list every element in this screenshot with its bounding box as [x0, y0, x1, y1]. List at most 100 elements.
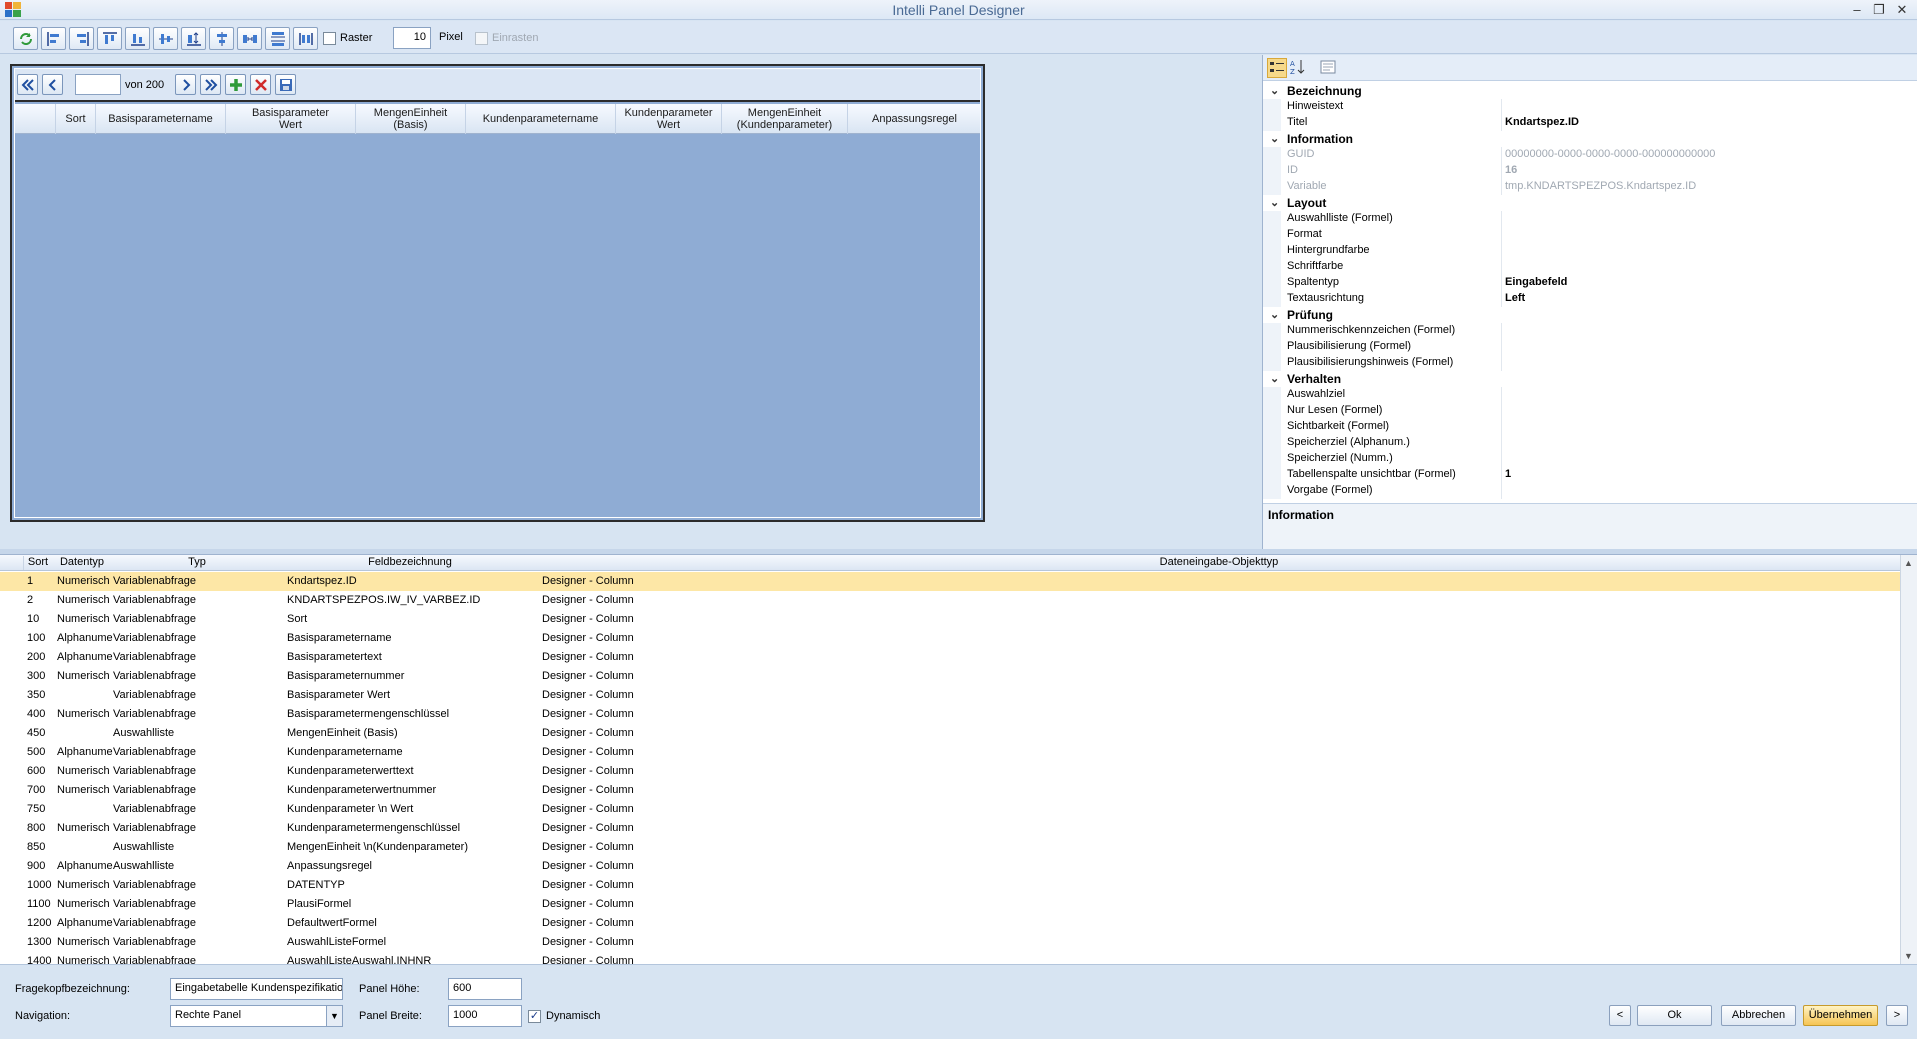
column-header[interactable]: Sort — [55, 104, 95, 134]
property-row[interactable]: Titel Kndartspez.ID — [1263, 115, 1917, 131]
column-header-type[interactable]: Typ — [112, 556, 282, 570]
add-record-icon[interactable] — [225, 74, 246, 95]
property-row[interactable]: Hintergrundfarbe — [1263, 243, 1917, 259]
collapse-chevron-icon[interactable]: ⌄ — [1270, 372, 1279, 385]
table-row[interactable]: 1 Numerisch Variablenabfrage Kndartspez.ID D… — [0, 572, 1900, 591]
raster-checkbox[interactable] — [323, 32, 336, 45]
column-header[interactable]: Basisparameter Wert — [225, 104, 355, 134]
vertical-scrollbar[interactable]: ▲ ▼ — [1900, 555, 1917, 965]
previous-button[interactable]: < — [1609, 1005, 1631, 1026]
grid-size-input[interactable]: 10 — [393, 27, 431, 49]
property-category[interactable]: ⌄ Verhalten — [1263, 371, 1917, 387]
table-row[interactable]: 350 Variablenabfrage Basisparameter Wert De… — [0, 686, 1900, 705]
property-row[interactable]: Textausrichtung Left — [1263, 291, 1917, 307]
table-row[interactable]: 800 Numerisch Variablenabfrage Kundenparame… — [0, 819, 1900, 838]
refresh-icon[interactable] — [13, 27, 38, 50]
scroll-down-icon[interactable]: ▼ — [1904, 951, 1913, 961]
collapse-chevron-icon[interactable]: ⌄ — [1270, 308, 1279, 321]
align-right-icon[interactable] — [69, 27, 94, 50]
property-row[interactable]: Auswahlliste (Formel) — [1263, 211, 1917, 227]
minimize-icon[interactable]: – — [1846, 1, 1868, 19]
last-record-icon[interactable] — [200, 74, 221, 95]
table-row[interactable]: 400 Numerisch Variablenabfrage Basisparamet… — [0, 705, 1900, 724]
save-record-icon[interactable] — [275, 74, 296, 95]
table-row[interactable]: 850 Auswahlliste MengenEinheit \n(Kundenpa… — [0, 838, 1900, 857]
table-row[interactable]: 500 Alphanume Variablenabfrage Kundenparame… — [0, 743, 1900, 762]
delete-record-icon[interactable] — [250, 74, 271, 95]
dynamic-checkbox[interactable]: ✓ — [528, 1010, 541, 1023]
property-row[interactable]: Nummerischkennzeichen (Formel) — [1263, 323, 1917, 339]
table-row[interactable]: 10 Numerisch Variablenabfrage Sort Designer … — [0, 610, 1900, 629]
panel-height-input[interactable]: 600 — [448, 978, 522, 1000]
navigation-select[interactable]: Rechte Panel ▼ — [170, 1005, 343, 1027]
collapse-chevron-icon[interactable]: ⌄ — [1270, 132, 1279, 145]
align-middle-icon[interactable] — [209, 27, 234, 50]
collapse-chevron-icon[interactable]: ⌄ — [1270, 196, 1279, 209]
table-row[interactable]: 450 Auswahlliste MengenEinheit (Basis) Desi… — [0, 724, 1900, 743]
column-header[interactable]: Basisparametername — [95, 104, 225, 134]
property-row[interactable]: Tabellenspalte unsichtbar (Formel) 1 — [1263, 467, 1917, 483]
column-header[interactable]: MengenEinheit (Basis) — [355, 104, 465, 134]
record-position-input[interactable] — [75, 74, 121, 95]
same-height-icon[interactable] — [181, 27, 206, 50]
property-row[interactable]: Speicherziel (Numm.) — [1263, 451, 1917, 467]
table-row[interactable]: 2 Numerisch Variablenabfrage KNDARTSPEZPOS.… — [0, 591, 1900, 610]
cancel-button[interactable]: Abbrechen — [1721, 1005, 1796, 1026]
property-category[interactable]: ⌄ Prüfung — [1263, 307, 1917, 323]
snap-checkbox[interactable] — [475, 32, 488, 45]
restore-icon[interactable]: ❐ — [1868, 1, 1890, 19]
property-row[interactable]: Hinweistext — [1263, 99, 1917, 115]
column-header[interactable]: Kundenparameter Wert — [615, 104, 721, 134]
property-value[interactable]: 1 — [1505, 468, 1511, 480]
table-row[interactable]: 100 Alphanume Variablenabfrage Basisparamet… — [0, 629, 1900, 648]
property-category[interactable]: ⌄ Layout — [1263, 195, 1917, 211]
column-header-sort[interactable]: Sort — [24, 556, 52, 570]
apply-button[interactable]: Übernehmen — [1803, 1005, 1878, 1026]
table-row[interactable]: 1300 Numerisch Variablenabfrage AuswahlList… — [0, 933, 1900, 952]
previous-record-icon[interactable] — [42, 74, 63, 95]
same-width-icon[interactable] — [293, 27, 318, 50]
ok-button[interactable]: Ok — [1637, 1005, 1712, 1026]
align-left-icon[interactable] — [41, 27, 66, 50]
property-row[interactable]: Plausibilisierung (Formel) — [1263, 339, 1917, 355]
table-row[interactable]: 1100 Numerisch Variablenabfrage PlausiForme… — [0, 895, 1900, 914]
categorized-view-icon[interactable] — [1267, 58, 1287, 78]
property-row[interactable]: Plausibilisierungshinweis (Formel) — [1263, 355, 1917, 371]
next-button[interactable]: > — [1886, 1005, 1908, 1026]
property-row[interactable]: Format — [1263, 227, 1917, 243]
property-row[interactable]: Sichtbarkeit (Formel) — [1263, 419, 1917, 435]
property-row[interactable]: Schriftfarbe — [1263, 259, 1917, 275]
column-header-objecttype[interactable]: Dateneingabe-Objekttyp — [538, 556, 1900, 570]
property-row[interactable]: Speicherziel (Alphanum.) — [1263, 435, 1917, 451]
table-row[interactable]: 900 Alphanume Auswahlliste Anpassungsregel D… — [0, 857, 1900, 876]
property-row[interactable]: Variable tmp.KNDARTSPEZPOS.Kndartspez.ID — [1263, 179, 1917, 195]
column-header[interactable]: MengenEinheit (Kundenparameter) — [721, 104, 847, 134]
distribute-vertical-icon[interactable] — [265, 27, 290, 50]
property-category[interactable]: ⌄ Information — [1263, 131, 1917, 147]
chevron-down-icon[interactable]: ▼ — [326, 1006, 342, 1026]
align-center-horizontal-icon[interactable] — [153, 27, 178, 50]
table-row[interactable]: 300 Numerisch Variablenabfrage Basisparamet… — [0, 667, 1900, 686]
property-pages-icon[interactable] — [1319, 58, 1339, 78]
question-input[interactable]: Eingabetabelle Kundenspezifikation — [170, 978, 343, 1000]
property-row[interactable]: ID 16 — [1263, 163, 1917, 179]
scroll-up-icon[interactable]: ▲ — [1904, 558, 1913, 568]
next-record-icon[interactable] — [175, 74, 196, 95]
property-value[interactable]: Eingabefeld — [1505, 276, 1567, 288]
table-row[interactable]: 700 Numerisch Variablenabfrage Kundenparame… — [0, 781, 1900, 800]
align-top-icon[interactable] — [97, 27, 122, 50]
align-bottom-icon[interactable] — [125, 27, 150, 50]
distribute-horizontal-icon[interactable] — [237, 27, 262, 50]
column-header-datatype[interactable]: Datentyp — [54, 556, 110, 570]
property-category[interactable]: ⌄ Bezeichnung — [1263, 83, 1917, 99]
close-icon[interactable]: ✕ — [1891, 1, 1913, 19]
property-value[interactable]: Kndartspez.ID — [1505, 116, 1579, 128]
property-row[interactable]: Vorgabe (Formel) — [1263, 483, 1917, 499]
table-row[interactable]: 200 Alphanume Variablenabfrage Basisparamet… — [0, 648, 1900, 667]
collapse-chevron-icon[interactable]: ⌄ — [1270, 84, 1279, 97]
panel-width-input[interactable]: 1000 — [448, 1005, 522, 1027]
table-row[interactable]: 750 Variablenabfrage Kundenparameter \n We… — [0, 800, 1900, 819]
table-row[interactable]: 600 Numerisch Variablenabfrage Kundenparame… — [0, 762, 1900, 781]
alphabetical-sort-icon[interactable]: AZ — [1289, 58, 1309, 78]
property-value[interactable]: Left — [1505, 292, 1525, 304]
